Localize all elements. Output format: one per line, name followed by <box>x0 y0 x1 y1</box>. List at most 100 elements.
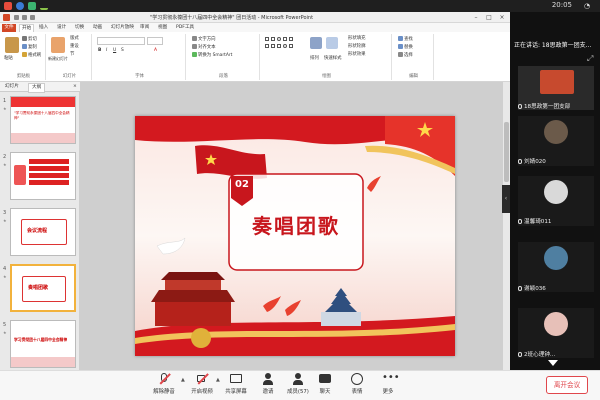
share-screen-icon <box>230 373 242 385</box>
reset-button[interactable]: 重设 <box>70 44 79 50</box>
window-title: "学习贯彻永葆团十八届四中全会精神" 团日活动 - Microsoft Powe… <box>150 15 314 21</box>
video-button[interactable]: 开启视频 <box>185 373 219 399</box>
shapes-gallery[interactable] <box>265 37 305 61</box>
tab-transitions[interactable]: 切换 <box>73 24 86 32</box>
smartart-button[interactable]: 转换为 SmartArt <box>192 52 232 59</box>
slide-thumbnail-3[interactable]: 会议流程 <box>10 208 76 256</box>
new-slide-button[interactable]: 新建幻灯片 <box>48 56 68 62</box>
shape-rect[interactable] <box>265 37 269 41</box>
more-button[interactable]: ••• 更多 <box>371 373 405 399</box>
share-screen-button[interactable]: 共享屏幕 <box>219 373 253 399</box>
slides-group-label: 幻灯片 <box>62 74 77 79</box>
tab-insert[interactable]: 插入 <box>37 24 50 32</box>
copy-button[interactable]: 复制 <box>22 44 37 51</box>
current-slide[interactable]: 02 奏唱团歌 <box>135 116 455 356</box>
bold-button[interactable]: B <box>98 48 101 54</box>
minimize-button[interactable]: – <box>470 13 482 22</box>
fullscreen-icon[interactable]: ⤢ <box>587 54 596 63</box>
vertical-scrollbar[interactable] <box>503 82 510 370</box>
participant-name: 2班心理钟... <box>518 350 555 358</box>
drawing-group-label: 绘图 <box>322 74 331 79</box>
panel-tab-outline[interactable]: 大纲 <box>28 83 46 93</box>
tab-view[interactable]: 视图 <box>156 24 169 32</box>
chat-button[interactable]: 聊天 <box>308 373 342 399</box>
paste-button[interactable]: 粘贴 <box>4 56 13 62</box>
new-slide-icon[interactable] <box>51 37 65 53</box>
mute-button[interactable]: 解除静音 <box>147 373 181 399</box>
tab-animations[interactable]: 动画 <box>91 24 104 32</box>
shape-fill-button[interactable]: 形状填充 <box>348 36 366 42</box>
underline-button[interactable]: U <box>113 48 116 54</box>
paste-icon[interactable] <box>5 37 19 53</box>
shape-brace[interactable] <box>271 44 275 48</box>
quick-styles-icon[interactable] <box>326 37 338 49</box>
thumb-band <box>11 97 75 107</box>
tab-pdf-tools[interactable]: PDF工具 <box>174 24 196 32</box>
scroll-down-icon[interactable] <box>548 360 558 366</box>
slide-thumbnail-4[interactable]: 奏唱团歌 <box>10 264 76 312</box>
shape-callout[interactable] <box>277 44 281 48</box>
find-button[interactable]: 查找 <box>398 36 413 43</box>
participant-name: 温馨琦011 <box>518 217 551 225</box>
strike-button[interactable]: S <box>121 48 124 54</box>
shape-effect-button[interactable]: 形状效果 <box>348 52 366 58</box>
arrange-button[interactable]: 排列 <box>310 56 319 62</box>
mic-icon <box>518 219 522 224</box>
collapse-sidebar-button[interactable]: ‹ <box>502 185 510 213</box>
tab-home[interactable]: 开始 <box>19 24 35 32</box>
shape-oval[interactable] <box>277 37 281 41</box>
text-direction-icon <box>192 36 197 41</box>
align-text-button[interactable]: 对齐文本 <box>192 44 216 51</box>
font-size-select[interactable] <box>147 37 163 45</box>
wifi-icon[interactable]: ◔ <box>584 2 594 10</box>
save-icon[interactable] <box>14 15 19 20</box>
panel-tab-slides[interactable]: 幻灯片 <box>2 83 22 91</box>
invite-button[interactable]: 邀请 <box>251 373 285 399</box>
powerpoint-icon[interactable] <box>3 14 10 21</box>
italic-button[interactable]: I <box>106 48 107 54</box>
slide-title[interactable]: 奏唱团歌 <box>229 210 363 239</box>
face <box>351 373 363 385</box>
mute-label: 解除静音 <box>153 389 175 395</box>
align-text-icon <box>192 44 197 49</box>
mic-icon <box>518 104 522 109</box>
smile-icon <box>351 373 363 385</box>
tab-file[interactable]: 文件 <box>2 24 16 32</box>
reaction-button[interactable]: 表情 <box>340 373 374 399</box>
shield-icon[interactable] <box>16 2 24 10</box>
slide-thumbnail-5[interactable]: 学习贯彻团十八届四中全会精神 <box>10 320 76 368</box>
shape-star[interactable] <box>265 44 269 48</box>
quick-styles-button[interactable]: 快速样式 <box>324 56 342 62</box>
cut-button[interactable]: 剪切 <box>22 36 37 43</box>
tab-design[interactable]: 设计 <box>55 24 68 32</box>
slide-thumbnail-1[interactable]: "学习贯彻永葆团十八届四中全会精神" <box>10 96 76 144</box>
replace-button[interactable]: 替换 <box>398 44 413 51</box>
leave-meeting-button[interactable]: 离开会议 <box>546 376 588 394</box>
shape-arrow[interactable] <box>289 37 293 41</box>
text-direction-button[interactable]: 文字方向 <box>192 36 216 43</box>
tab-slideshow[interactable]: 幻灯片放映 <box>109 24 136 32</box>
shape-outline-button[interactable]: 形状轮廓 <box>348 44 366 50</box>
close-button[interactable]: × <box>496 13 508 22</box>
shape-heart[interactable] <box>289 44 293 48</box>
shape-cloud[interactable] <box>283 44 287 48</box>
tab-review[interactable]: 审阅 <box>138 24 151 32</box>
close-panel-icon[interactable]: × <box>70 83 80 91</box>
shape-line[interactable] <box>271 37 275 41</box>
windows-icon[interactable] <box>4 2 12 10</box>
shape-triangle[interactable] <box>283 37 287 41</box>
redo-icon[interactable] <box>30 15 35 20</box>
format-painter-button[interactable]: 格式刷 <box>22 52 41 59</box>
font-family-select[interactable] <box>97 37 145 45</box>
layout-button[interactable]: 版式 <box>70 36 79 42</box>
slide-thumbnail-2[interactable] <box>10 152 76 200</box>
font-color-button[interactable]: A <box>154 48 157 54</box>
select-button[interactable]: 选择 <box>398 52 413 59</box>
slide-number: 2 <box>3 154 7 160</box>
scroll-thumb[interactable] <box>504 122 509 182</box>
section-button[interactable]: 节 <box>70 52 74 58</box>
app-icon[interactable] <box>28 2 36 10</box>
undo-icon[interactable] <box>22 15 27 20</box>
arrange-icon[interactable] <box>310 37 322 49</box>
maximize-button[interactable]: □ <box>483 13 495 22</box>
